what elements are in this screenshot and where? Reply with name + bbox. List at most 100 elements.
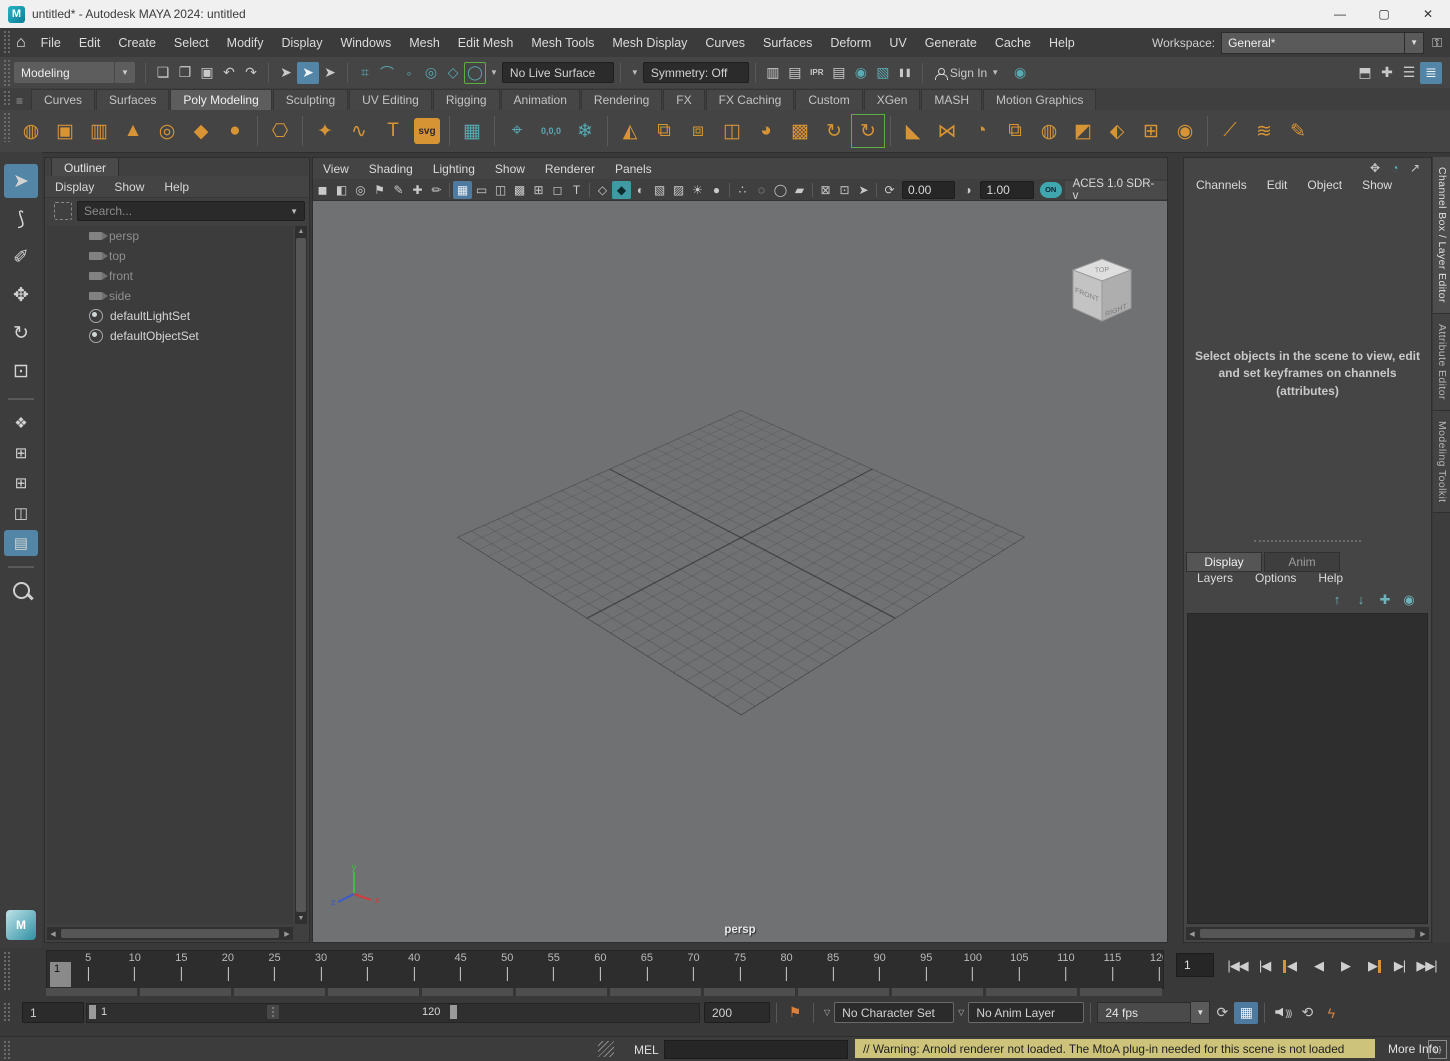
smooth-shade-icon[interactable]: ◆: [612, 181, 631, 199]
outliner-menu-item[interactable]: Display: [45, 180, 104, 194]
flat-shade-icon[interactable]: ◐: [631, 181, 650, 199]
viewport-menu-item[interactable]: Shading: [359, 162, 423, 176]
ghosting-icon[interactable]: ⊡: [835, 181, 854, 199]
pause-viewport-icon[interactable]: ❚❚: [894, 62, 916, 84]
shelf-tab[interactable]: UV Editing: [349, 89, 432, 110]
layer-menu-item[interactable]: Help: [1307, 571, 1354, 585]
poly-cone-icon[interactable]: ▲: [116, 114, 150, 148]
smooth-icon[interactable]: ◕: [749, 114, 783, 148]
center-pivot-icon[interactable]: ⌖: [500, 114, 534, 148]
use-default-material-icon[interactable]: ▨: [669, 181, 688, 199]
shelf-tab[interactable]: Rigging: [433, 89, 500, 110]
poly-text-icon[interactable]: T: [376, 114, 410, 148]
step-forward-key-button[interactable]: ▶: [1359, 952, 1386, 980]
poly-plane-icon[interactable]: ◆: [184, 114, 218, 148]
shelf-tab[interactable]: Sculpting: [273, 89, 348, 110]
menu-item[interactable]: Display: [272, 36, 331, 50]
play-backwards-button[interactable]: ◀: [1305, 952, 1332, 980]
range-slider[interactable]: 1 120: [86, 1003, 700, 1023]
viewport-menu-item[interactable]: View: [313, 162, 359, 176]
resize-grip[interactable]: [598, 1041, 614, 1057]
step-back-key-button[interactable]: ◀: [1278, 952, 1305, 980]
viewport-panel[interactable]: ViewShadingLightingShowRendererPanels ◼◧…: [312, 157, 1168, 943]
edit-edge-flow-icon[interactable]: ≋: [1247, 114, 1281, 148]
outliner-hscrollbar[interactable]: ◀▶: [47, 927, 293, 940]
menu-item[interactable]: Select: [165, 36, 218, 50]
xray-icon[interactable]: ⊠: [816, 181, 835, 199]
channel-box-hscrollbar[interactable]: ◀▶: [1186, 927, 1429, 940]
platonic-solid-icon[interactable]: ⎔: [263, 114, 297, 148]
panel-splitter[interactable]: [1254, 540, 1361, 542]
hypershade-icon[interactable]: ◉: [850, 62, 872, 84]
animation-start-field[interactable]: 1: [22, 1002, 84, 1023]
speed-dial-icon[interactable]: ◔: [1385, 160, 1405, 176]
gate-mask-icon[interactable]: ▩: [510, 181, 529, 199]
shelf-tab[interactable]: FX: [663, 89, 704, 110]
outliner-vscrollbar[interactable]: ▲▼: [295, 226, 307, 924]
go-to-start-button[interactable]: |◀◀: [1224, 952, 1251, 980]
layout-two-pane[interactable]: ◫: [4, 500, 38, 526]
undo-icon[interactable]: ↶: [218, 62, 240, 84]
freeze-transform-icon[interactable]: ❄: [568, 114, 602, 148]
snap-to-curve-icon[interactable]: ⌒: [376, 62, 398, 84]
camera-attributes-icon[interactable]: ◎: [351, 181, 370, 199]
super-shape-icon[interactable]: ✦: [308, 114, 342, 148]
volume-icon[interactable]: ))): [1271, 1008, 1295, 1018]
statusline-grip[interactable]: [3, 59, 11, 86]
lasso-select-tool[interactable]: ⟆: [4, 202, 38, 236]
new-scene-icon[interactable]: ❏: [152, 62, 174, 84]
magnifier-icon[interactable]: [13, 582, 30, 599]
outliner-item[interactable]: persp: [47, 226, 293, 246]
shelf-icon[interactable]: [890, 116, 891, 146]
loop-mode-icon[interactable]: ⟳: [1210, 1004, 1234, 1021]
grease-pencil-icon[interactable]: ✎: [389, 181, 408, 199]
layout-single-pane[interactable]: ❖: [4, 410, 38, 436]
film-gate-icon[interactable]: ▭: [472, 181, 491, 199]
grid-icon[interactable]: ▦: [453, 181, 472, 199]
rangerow-grip[interactable]: [3, 1002, 11, 1023]
viewport-menu-item[interactable]: Show: [485, 162, 535, 176]
show-channel-box-icon[interactable]: ☰: [1398, 62, 1420, 84]
menu-item[interactable]: Mesh Tools: [522, 36, 603, 50]
menu-item[interactable]: Mesh Display: [603, 36, 696, 50]
shelf-tab[interactable]: Rendering: [581, 89, 662, 110]
isolate-select-icon[interactable]: ◯: [771, 181, 790, 199]
workspace-lock-icon[interactable]: ⚿: [1432, 35, 1442, 51]
rotate-tool[interactable]: ↻: [4, 316, 38, 350]
menubar-grip[interactable]: [3, 30, 11, 55]
ipr-render-icon[interactable]: IPR: [806, 62, 828, 84]
fps-dropdown-arrow[interactable]: ▼: [1191, 1001, 1210, 1024]
workspace-dropdown-arrow[interactable]: ▼: [1405, 32, 1424, 54]
shelf-tab[interactable]: MASH: [921, 89, 982, 110]
view-transform-toggle[interactable]: ON: [1040, 182, 1062, 198]
outliner-item[interactable]: top: [47, 246, 293, 266]
outliner-menu-item[interactable]: Show: [104, 180, 154, 194]
menu-item[interactable]: Deform: [821, 36, 880, 50]
textured-icon[interactable]: ▧: [650, 181, 669, 199]
shelf-icon[interactable]: [302, 116, 303, 146]
select-hierarchy-icon[interactable]: ➤: [275, 62, 297, 84]
rotate-faces-icon[interactable]: ↻: [817, 114, 851, 148]
redo-icon[interactable]: ↷: [240, 62, 262, 84]
bookmark-add-icon[interactable]: ⚑: [783, 1004, 807, 1021]
select-tool[interactable]: ➤: [4, 164, 38, 198]
wedge-icon[interactable]: ◔: [964, 114, 998, 148]
menu-item[interactable]: Curves: [696, 36, 754, 50]
range-start-handle[interactable]: [89, 1005, 96, 1019]
lighting-icon[interactable]: ☀: [688, 181, 707, 199]
anim-layer-field[interactable]: No Anim Layer: [968, 1002, 1084, 1023]
show-layer-editor-icon[interactable]: ≣: [1420, 62, 1442, 84]
symmetry-field[interactable]: Symmetry: Off: [643, 62, 749, 83]
layer-menu-item[interactable]: Options: [1244, 571, 1307, 585]
exposure-icon[interactable]: ⟳: [880, 181, 899, 199]
poly-sphere-icon[interactable]: ◍: [14, 114, 48, 148]
make-live-icon[interactable]: ◯: [464, 62, 486, 84]
extrude-icon[interactable]: ↻: [851, 114, 885, 148]
bookmark-icon[interactable]: ⚑: [370, 181, 389, 199]
gamma-icon[interactable]: ◑: [958, 181, 977, 199]
layer-list[interactable]: [1187, 613, 1428, 924]
channel-box-menu-item[interactable]: Channels: [1186, 178, 1257, 192]
select-object-icon[interactable]: ➤: [297, 62, 319, 84]
outliner-item[interactable]: defaultObjectSet: [47, 326, 293, 346]
shelf-menu-icon[interactable]: ≡: [16, 94, 23, 108]
